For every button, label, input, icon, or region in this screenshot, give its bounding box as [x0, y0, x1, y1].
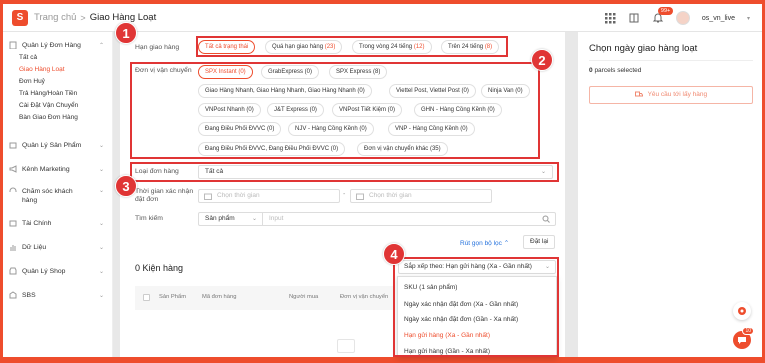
chevron-down-icon: ⌄	[98, 268, 104, 275]
notification-bell[interactable]: 99+	[652, 7, 674, 24]
sidebar-section-label: Kênh Marketing	[22, 165, 70, 173]
orders-table-header: Sản Phẩm Mã đơn hàng Người mua Đơn vị vậ…	[135, 286, 395, 310]
clipboard-icon	[9, 41, 17, 49]
parcels-text: parcels selected	[594, 67, 642, 74]
breadcrumb-separator: >	[80, 12, 86, 23]
sidebar-section-customer-care[interactable]: Chăm sóc khách hàng ⌄	[3, 186, 112, 208]
sidebar-section-sbs[interactable]: SBS ⌄	[3, 288, 112, 302]
sidebar-item-returns[interactable]: Trả Hàng/Hoàn Tiền	[3, 88, 112, 100]
assistant-icon	[738, 307, 746, 315]
search-type-select[interactable]: Sản phẩm ⌄	[199, 213, 263, 225]
sidebar-section-label: SBS	[22, 291, 36, 299]
annotation-box-order-type	[130, 162, 559, 182]
avatar[interactable]	[675, 11, 690, 25]
annotation-marker-1: 1	[115, 22, 137, 44]
sidebar-section-shop[interactable]: Quản Lý Shop ⌄	[3, 264, 112, 278]
sidebar-section-label: Quản Lý Shop	[22, 267, 66, 275]
shop-icon	[9, 267, 17, 275]
calendar-icon	[204, 193, 212, 200]
sidebar-item-handover[interactable]: Bàn Giao Đơn Hàng	[3, 112, 112, 124]
annotation-marker-3: 3	[115, 175, 137, 197]
date-start-input[interactable]: Chọn thời gian	[198, 189, 340, 203]
chat-badge: 10	[742, 327, 754, 335]
sidebar-section-label: Tài Chính	[22, 219, 52, 227]
chart-icon	[10, 245, 16, 251]
annotation-marker-2: 2	[531, 49, 553, 71]
chat-icon	[738, 337, 746, 344]
parcels-count: 0	[589, 67, 593, 74]
bottom-border	[0, 357, 765, 363]
sidebar-section-label: Quản Lý Đơn Hàng	[22, 41, 81, 49]
reset-button[interactable]: Đặt lại	[523, 235, 556, 249]
sidebar-item-cancelled[interactable]: Đơn Huỷ	[3, 76, 112, 88]
chevron-down-icon: ⌄	[98, 166, 104, 173]
wallet-icon	[9, 220, 17, 227]
sidebar-section-products[interactable]: Quản Lý Sản Phẩm ⌄	[3, 138, 112, 152]
notification-badge: 99+	[657, 7, 674, 15]
sidebar-section-orders[interactable]: Quản Lý Đơn Hàng ⌃	[3, 38, 112, 52]
request-pickup-button[interactable]: Yêu cầu tới lấy hàng	[589, 86, 753, 104]
breadcrumb-home[interactable]: Trang chủ	[34, 12, 76, 23]
panel-title: Chọn ngày giao hàng loạt	[589, 43, 698, 54]
sidebar: Quản Lý Đơn Hàng ⌃ Tất cả Giao Hàng Loạt…	[3, 32, 113, 357]
chevron-down-icon[interactable]: ▾	[747, 15, 750, 22]
orders-count-title: 0 Kiện hàng	[135, 263, 184, 273]
panel-divider	[589, 60, 753, 61]
column-header: Người mua	[289, 294, 319, 300]
chevron-down-icon: ⌄	[98, 292, 104, 299]
sidebar-section-label: Chăm sóc khách hàng	[22, 188, 73, 204]
annotation-box-sort	[393, 257, 559, 357]
column-header: Mã đơn hàng	[202, 294, 237, 300]
select-all-checkbox[interactable]	[143, 294, 150, 301]
parcels-selected: 0 parcels selected	[589, 67, 641, 74]
date-end-input[interactable]: Chọn thời gian	[350, 189, 492, 203]
confirm-time-label: Thời gian xác nhận đặt đơn	[135, 188, 194, 203]
headset-icon	[9, 187, 17, 192]
truck-icon	[634, 91, 643, 97]
deadline-label: Hạn giao hàng	[135, 44, 180, 51]
megaphone-icon	[9, 165, 17, 173]
annotation-box-carriers	[130, 62, 540, 159]
sidebar-item-all[interactable]: Tất cả	[3, 52, 112, 64]
collapse-filters-link[interactable]: Rút gọn bộ lọc ⌃	[460, 239, 509, 247]
chevron-down-icon: ⌄	[98, 188, 104, 194]
chevron-down-icon: ⌄	[251, 216, 257, 222]
sidebar-section-label: Dữ Liệu	[22, 243, 47, 251]
sidebar-section-label: Quản Lý Sản Phẩm	[22, 141, 82, 149]
date-start-placeholder: Chọn thời gian	[217, 192, 260, 199]
column-header: Đơn vị vận chuyển	[340, 294, 389, 300]
search-icon[interactable]	[542, 215, 550, 223]
sidebar-item-mass-ship[interactable]: Giao Hàng Loạt	[3, 64, 112, 76]
chevron-up-icon: ⌃	[98, 42, 104, 49]
search-type-value: Sản phẩm	[205, 215, 235, 222]
annotation-marker-4: 4	[383, 243, 405, 265]
column-header: Sản Phẩm	[159, 294, 187, 300]
book-icon[interactable]	[628, 12, 640, 24]
search-bar: Sản phẩm ⌄ Input	[198, 212, 556, 226]
warehouse-icon	[9, 291, 17, 299]
chevron-down-icon: ⌄	[98, 244, 104, 251]
assistant-button[interactable]	[733, 302, 751, 320]
sidebar-section-data[interactable]: Dữ Liệu ⌄	[3, 240, 112, 254]
username[interactable]: os_vn_live	[702, 15, 735, 22]
top-icons: 99+ os_vn_live ▾	[604, 4, 750, 32]
search-input[interactable]: Input	[269, 213, 283, 225]
date-range-dash: -	[343, 191, 346, 198]
box-icon	[9, 142, 17, 149]
request-pickup-label: Yêu cầu tới lấy hàng	[647, 91, 708, 98]
search-label: Tìm kiếm	[135, 215, 163, 222]
empty-state-icon	[337, 339, 355, 353]
chat-button[interactable]: 10	[733, 327, 754, 349]
chevron-down-icon: ⌄	[98, 142, 104, 149]
shopee-logo-icon[interactable]: S	[12, 9, 28, 26]
calendar-icon	[356, 193, 364, 200]
date-end-placeholder: Chọn thời gian	[369, 192, 412, 199]
chevron-down-icon: ⌄	[98, 220, 104, 227]
sidebar-section-finance[interactable]: Tài Chính ⌄	[3, 216, 112, 230]
sidebar-section-marketing[interactable]: Kênh Marketing ⌄	[3, 162, 112, 176]
sidebar-item-shipping-settings[interactable]: Cài Đặt Vận Chuyển	[3, 100, 112, 112]
annotation-box-deadline	[196, 36, 508, 57]
apps-grid-icon[interactable]	[604, 12, 616, 24]
